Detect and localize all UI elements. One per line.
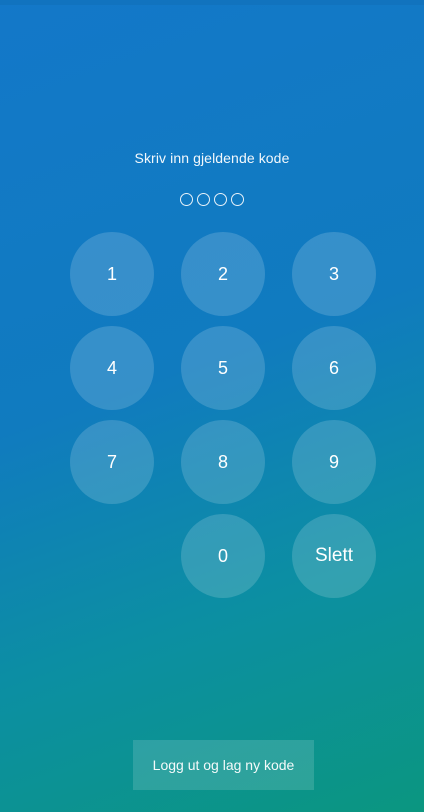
pin-dot-3	[214, 193, 227, 206]
pin-dot-2	[197, 193, 210, 206]
key-7[interactable]: 7	[70, 420, 154, 504]
pin-prompt: Skriv inn gjeldende kode	[134, 150, 290, 166]
key-6[interactable]: 6	[292, 326, 376, 410]
delete-button[interactable]: Slett	[292, 514, 376, 598]
logout-new-code-button[interactable]: Logg ut og lag ny kode	[133, 740, 314, 790]
key-5[interactable]: 5	[181, 326, 265, 410]
key-4[interactable]: 4	[70, 326, 154, 410]
key-9[interactable]: 9	[292, 420, 376, 504]
pin-dot-4	[231, 193, 244, 206]
key-3[interactable]: 3	[292, 232, 376, 316]
key-8[interactable]: 8	[181, 420, 265, 504]
pin-dot-1	[180, 193, 193, 206]
pin-lock-screen: Skriv inn gjeldende kode 1 2 3 4 5 6 7 8…	[0, 0, 424, 812]
status-bar-edge	[0, 0, 424, 5]
key-2[interactable]: 2	[181, 232, 265, 316]
numeric-keypad: 1 2 3 4 5 6 7 8 9 0 Slett	[70, 232, 376, 598]
pin-indicator	[0, 193, 424, 206]
key-0[interactable]: 0	[181, 514, 265, 598]
key-1[interactable]: 1	[70, 232, 154, 316]
key-placeholder	[70, 514, 154, 598]
